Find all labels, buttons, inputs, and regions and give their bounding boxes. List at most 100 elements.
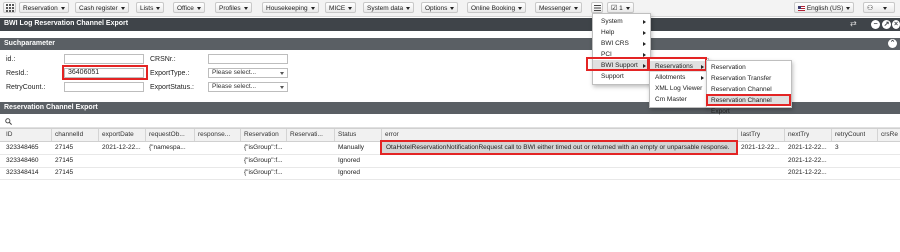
flag-us-icon (798, 5, 805, 11)
menu-item-cm-master[interactable]: Cm Master (650, 94, 708, 105)
chevron-down-icon (280, 86, 284, 89)
cell-id: 323348465 (6, 144, 39, 151)
id-label: id.: (6, 56, 16, 63)
col-header-response[interactable]: response... (198, 131, 236, 138)
col-header-next-try[interactable]: nextTry (788, 131, 809, 138)
menu-item-pci[interactable]: PCI (593, 49, 650, 60)
bwi-support-submenu: Reservations Allotments XML Log Viewer C… (649, 58, 709, 108)
apps-grid-button[interactable] (3, 2, 16, 13)
chevron-down-icon (625, 6, 630, 10)
collapse-button[interactable]: ⌃ (888, 39, 897, 48)
chevron-down-icon (406, 6, 411, 10)
checkmark-icon: ☑ (611, 5, 618, 12)
chevron-right-icon (643, 42, 646, 46)
col-header-last-try[interactable]: lastTry (741, 131, 760, 138)
col-header-reservation[interactable]: Reservation (244, 131, 279, 138)
export-type-select[interactable]: Please select... (208, 68, 288, 78)
cell-id: 323348460 (6, 157, 39, 164)
search-icon (5, 118, 12, 125)
retry-count-field[interactable] (64, 82, 144, 92)
menu-online-booking[interactable]: Online Booking (467, 2, 527, 13)
chevron-right-icon (643, 20, 646, 24)
chevron-down-icon (348, 6, 353, 10)
menu-system-data[interactable]: System data (363, 2, 415, 13)
menu-item-help[interactable]: Help (593, 27, 650, 38)
menu-item-bwi-support[interactable]: BWI Support (593, 60, 650, 71)
menu-item-bwi-crs[interactable]: BWI CRS (593, 38, 650, 49)
cell-channel-id: 27145 (55, 169, 74, 176)
minimize-button[interactable]: − (871, 20, 880, 29)
crsnr-field[interactable] (208, 54, 288, 64)
crsnr-label: CRSNr.: (150, 56, 176, 63)
menu-office[interactable]: Office (173, 2, 205, 13)
cell-export-date: 2021-12-22... (102, 144, 141, 151)
close-button[interactable]: × (892, 20, 900, 29)
cell-channel-id: 27145 (55, 144, 74, 151)
cell-reservation: {"isGroup":f... (244, 157, 283, 164)
swap-icon[interactable]: ⇄ (850, 19, 857, 28)
chevron-down-icon (846, 6, 851, 10)
user-button[interactable]: ⚇ (863, 2, 895, 13)
cell-status: Ignored (338, 157, 361, 164)
options-dropdown-menu: System Help BWI CRS PCI BWI Support Supp… (592, 13, 651, 85)
cell-request-object: {"namespa... (149, 144, 186, 151)
menu-item-system[interactable]: System (593, 16, 650, 27)
col-header-error[interactable]: error (385, 131, 399, 138)
export-status-label: ExportStatus.: (150, 84, 194, 91)
chevron-down-icon (450, 6, 455, 10)
chevron-right-icon (643, 64, 646, 68)
menu-item-reservations[interactable]: Reservations (650, 61, 708, 72)
chevron-down-icon (518, 6, 523, 10)
cell-retry-count: 3 (835, 144, 839, 151)
chevron-right-icon (701, 65, 704, 69)
menu-messenger[interactable]: Messenger (535, 2, 583, 13)
menu-item-reservation-channel-import[interactable]: Reservation Channel Import (707, 84, 791, 104)
col-header-export-date[interactable]: exportDate (102, 131, 134, 138)
menu-cash-register[interactable]: Cash register (75, 2, 129, 13)
col-header-id[interactable]: ID (6, 131, 13, 138)
cell-id: 323348414 (6, 169, 39, 176)
menu-item-reservation[interactable]: Reservation (707, 62, 791, 73)
menu-item-xml-log-viewer[interactable]: XML Log Viewer (650, 83, 708, 94)
user-icon: ⚇ (867, 5, 874, 12)
list-view-button[interactable] (591, 2, 603, 13)
cell-channel-id: 27145 (55, 157, 74, 164)
menu-housekeeping[interactable]: Housekeeping (262, 2, 319, 13)
resid-field[interactable]: 36406051 (64, 68, 144, 78)
id-field[interactable] (64, 54, 144, 64)
col-header-crs-reference[interactable]: crsRe (881, 131, 898, 138)
chevron-right-icon (643, 53, 646, 57)
menu-profiles[interactable]: Profiles (215, 2, 252, 13)
col-header-reservation-2[interactable]: Reservati... (290, 131, 332, 138)
export-type-label: ExportType.: (150, 70, 190, 77)
col-header-channel-id[interactable]: channelId (55, 131, 83, 138)
resid-label: ResId.: (6, 70, 29, 77)
menu-item-support[interactable]: Support (593, 71, 650, 82)
chevron-right-icon (701, 76, 704, 80)
menu-item-reservation-transfer[interactable]: Reservation Transfer (707, 73, 791, 84)
menu-mice[interactable]: MICE (325, 2, 357, 13)
chevron-down-icon (196, 6, 201, 10)
menu-options[interactable]: Options (421, 2, 459, 13)
language-selector[interactable]: English (US) (794, 2, 855, 13)
export-status-select[interactable]: Please select... (208, 82, 288, 92)
window-title: BWI Log Reservation Channel Export (4, 20, 129, 27)
window-titlebar: BWI Log Reservation Channel Export ⇄ − ↗… (0, 18, 900, 31)
menu-item-allotments[interactable]: Allotments (650, 72, 708, 83)
maximize-button[interactable]: ↗ (882, 20, 891, 29)
table-row[interactable]: 323348465 27145 2021-12-22... {"namespa.… (0, 142, 900, 155)
retry-count-label: RetryCount.: (6, 84, 46, 91)
cell-last-try: 2021-12-22... (741, 144, 780, 151)
menu-reservation[interactable]: Reservation (19, 2, 69, 13)
menu-lists[interactable]: Lists (136, 2, 165, 13)
col-header-retry-count[interactable]: retryCount (835, 131, 865, 138)
chevron-down-icon (60, 6, 65, 10)
grid-search-bar[interactable] (0, 116, 900, 128)
table-row[interactable]: 323348414 27145 {"isGroup":f... Ignored … (0, 167, 900, 180)
chevron-right-icon (643, 31, 646, 35)
col-header-status[interactable]: Status (338, 131, 356, 138)
tasks-button[interactable]: ☑ 1 (607, 2, 634, 13)
col-header-request-object[interactable]: requestOb... (149, 131, 191, 138)
menu-item-reservation-channel-export[interactable]: Reservation Channel Export (707, 95, 791, 115)
cell-reservation: {"isGroup":f... (244, 169, 283, 176)
